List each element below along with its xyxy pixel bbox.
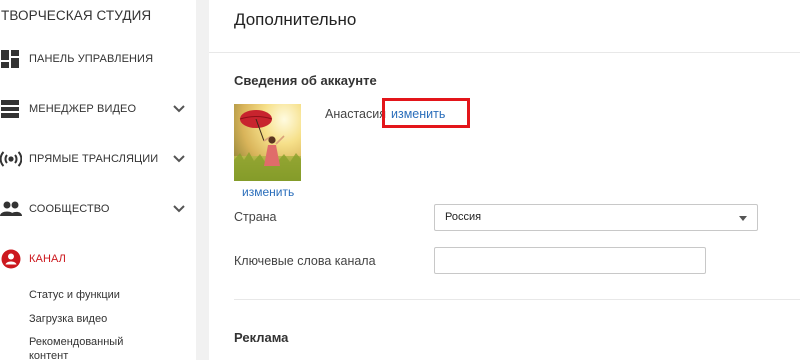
community-icon	[0, 198, 22, 220]
country-select[interactable]: Россия	[434, 204, 758, 231]
creator-studio-window: ТВОРЧЕСКАЯ СТУДИЯ ПАНЕЛЬ УПРАВЛЕНИЯ МЕНЕ…	[0, 0, 800, 360]
sidebar-item-live[interactable]: ПРЯМЫЕ ТРАНСЛЯЦИИ	[0, 144, 196, 174]
ads-section-title: Реклама	[234, 330, 289, 345]
sidebar-item-label: СООБЩЕСТВО	[29, 203, 110, 215]
dropdown-caret-icon	[739, 216, 747, 221]
sidebar-subitem-status[interactable]: Статус и функции	[29, 289, 120, 302]
country-select-value: Россия	[445, 211, 482, 223]
section-divider	[234, 299, 800, 300]
sidebar-item-video-manager[interactable]: МЕНЕДЖЕР ВИДЕО	[0, 94, 196, 124]
live-broadcast-icon	[0, 148, 22, 170]
header-divider	[209, 52, 800, 53]
avatar-change-link[interactable]: изменить	[242, 185, 294, 199]
sidebar-item-label: КАНАЛ	[29, 253, 66, 265]
sidebar-item-label: МЕНЕДЖЕР ВИДЕО	[29, 103, 137, 115]
sidebar-subitem-featured[interactable]: Рекомендованный	[29, 336, 123, 349]
chevron-down-icon[interactable]	[172, 152, 186, 166]
avatar[interactable]	[234, 104, 301, 181]
main-content: Дополнительно Сведения об аккаунте измен…	[209, 0, 800, 360]
video-manager-icon	[0, 98, 22, 120]
keywords-input[interactable]	[434, 247, 706, 274]
sidebar-item-community[interactable]: СООБЩЕСТВО	[0, 194, 196, 224]
sidebar-item-dashboard[interactable]: ПАНЕЛЬ УПРАВЛЕНИЯ	[0, 44, 196, 74]
sidebar-subitem-upload[interactable]: Загрузка видео	[29, 313, 107, 326]
dashboard-icon	[0, 48, 22, 70]
chevron-down-icon[interactable]	[172, 202, 186, 216]
sidebar-item-channel[interactable]: КАНАЛ	[0, 244, 196, 274]
sidebar-item-label: ПАНЕЛЬ УПРАВЛЕНИЯ	[29, 53, 154, 65]
country-label: Страна	[234, 210, 277, 224]
account-name: Анастасия	[325, 107, 386, 121]
sidebar: ТВОРЧЕСКАЯ СТУДИЯ ПАНЕЛЬ УПРАВЛЕНИЯ МЕНЕ…	[0, 0, 196, 360]
name-change-link[interactable]: изменить	[391, 107, 445, 121]
account-section-title: Сведения об аккаунте	[234, 73, 377, 88]
sidebar-item-label: ПРЯМЫЕ ТРАНСЛЯЦИИ	[29, 153, 159, 165]
avatar-image	[234, 104, 301, 181]
sidebar-divider	[196, 0, 209, 360]
studio-brand: ТВОРЧЕСКАЯ СТУДИЯ	[1, 8, 152, 23]
chevron-down-icon[interactable]	[172, 102, 186, 116]
sidebar-subitem-featured-cont[interactable]: контент	[29, 350, 68, 360]
page-title: Дополнительно	[234, 10, 357, 29]
keywords-label: Ключевые слова канала	[234, 254, 376, 268]
channel-icon	[0, 248, 22, 270]
